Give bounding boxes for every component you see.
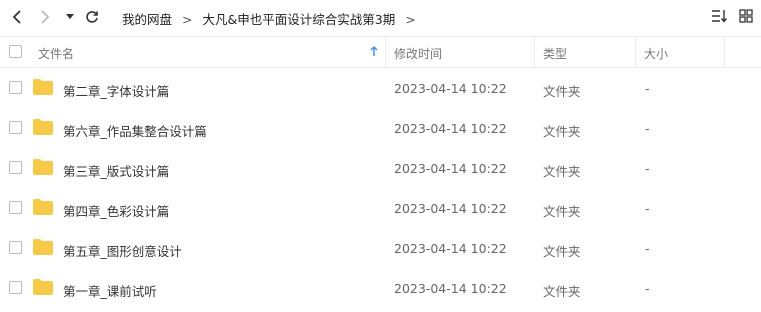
column-type-header[interactable]: 类型 xyxy=(543,45,567,62)
file-name[interactable]: 第三章_版式设计篇 xyxy=(63,161,169,180)
folder-icon xyxy=(33,119,53,135)
grid-view-icon[interactable] xyxy=(739,9,753,23)
select-all-checkbox[interactable] xyxy=(9,45,22,58)
file-size: - xyxy=(645,201,650,216)
refresh-icon xyxy=(86,11,98,23)
file-size: - xyxy=(645,121,650,136)
toolbar: 我的网盘 > 大凡&申也平面设计综合实战第3期 > xyxy=(0,0,761,34)
file-row[interactable]: 第三章_版式设计篇 2023-04-14 10:22 文件夹 - xyxy=(0,148,761,188)
column-header: 文件名 修改时间 类型 大小 xyxy=(0,36,761,68)
file-name[interactable]: 第一章_课前试听 xyxy=(63,281,157,300)
file-modified: 2023-04-14 10:22 xyxy=(394,121,507,136)
breadcrumb-root[interactable]: 我的网盘 xyxy=(122,12,172,27)
file-size: - xyxy=(645,241,650,256)
breadcrumb-separator-icon: > xyxy=(182,12,193,27)
file-modified: 2023-04-14 10:22 xyxy=(394,161,507,176)
breadcrumb: 我的网盘 > 大凡&申也平面设计综合实战第3期 > xyxy=(122,9,426,28)
folder-icon xyxy=(33,159,53,175)
file-type: 文件夹 xyxy=(543,284,581,299)
file-name[interactable]: 第二章_字体设计篇 xyxy=(63,81,169,100)
column-divider[interactable] xyxy=(724,37,725,67)
file-name[interactable]: 第四章_色彩设计篇 xyxy=(63,201,169,220)
file-modified: 2023-04-14 10:22 xyxy=(394,201,507,216)
folder-icon xyxy=(33,279,53,295)
row-checkbox[interactable] xyxy=(9,241,22,254)
file-size: - xyxy=(645,161,650,176)
breadcrumb-current[interactable]: 大凡&申也平面设计综合实战第3期 xyxy=(203,12,396,27)
file-name[interactable]: 第六章_作品集整合设计篇 xyxy=(63,121,207,140)
folder-icon xyxy=(33,199,53,215)
file-row[interactable]: 第二章_字体设计篇 2023-04-14 10:22 文件夹 - xyxy=(0,68,761,108)
row-checkbox[interactable] xyxy=(9,161,22,174)
row-checkbox[interactable] xyxy=(9,81,22,94)
file-name[interactable]: 第五章_图形创意设计 xyxy=(63,241,182,260)
file-type: 文件夹 xyxy=(543,84,581,99)
sort-list-icon[interactable] xyxy=(711,9,727,23)
column-divider[interactable] xyxy=(635,37,636,67)
file-type: 文件夹 xyxy=(543,244,581,259)
file-row[interactable]: 第六章_作品集整合设计篇 2023-04-14 10:22 文件夹 - xyxy=(0,108,761,148)
row-checkbox[interactable] xyxy=(9,121,22,134)
file-modified: 2023-04-14 10:22 xyxy=(394,241,507,256)
column-modified-header[interactable]: 修改时间 xyxy=(394,45,442,62)
view-controls xyxy=(711,9,753,23)
sort-ascending-icon[interactable] xyxy=(370,46,378,57)
file-modified: 2023-04-14 10:22 xyxy=(394,281,507,296)
file-type: 文件夹 xyxy=(543,124,581,139)
chevron-right-icon xyxy=(41,10,50,24)
file-size: - xyxy=(645,81,650,96)
caret-down-icon xyxy=(66,14,74,19)
breadcrumb-separator-icon[interactable]: > xyxy=(405,12,415,27)
back-button[interactable] xyxy=(6,4,28,30)
column-name-header[interactable]: 文件名 xyxy=(38,45,74,62)
file-type: 文件夹 xyxy=(543,204,581,219)
column-divider[interactable] xyxy=(534,37,535,67)
file-type: 文件夹 xyxy=(543,164,581,179)
file-row[interactable]: 第五章_图形创意设计 2023-04-14 10:22 文件夹 - xyxy=(0,228,761,268)
file-size: - xyxy=(645,281,650,296)
column-size-header[interactable]: 大小 xyxy=(644,45,668,62)
forward-button[interactable] xyxy=(34,4,56,30)
file-row[interactable]: 第一章_课前试听 2023-04-14 10:22 文件夹 - xyxy=(0,268,761,308)
refresh-button[interactable] xyxy=(82,4,102,30)
file-modified: 2023-04-14 10:22 xyxy=(394,81,507,96)
row-checkbox[interactable] xyxy=(9,201,22,214)
column-divider[interactable] xyxy=(385,37,386,67)
folder-icon xyxy=(33,239,53,255)
history-dropdown-button[interactable] xyxy=(62,4,78,30)
chevron-left-icon xyxy=(12,10,21,24)
file-row[interactable]: 第四章_色彩设计篇 2023-04-14 10:22 文件夹 - xyxy=(0,188,761,228)
row-checkbox[interactable] xyxy=(9,281,22,294)
folder-icon xyxy=(33,79,53,95)
